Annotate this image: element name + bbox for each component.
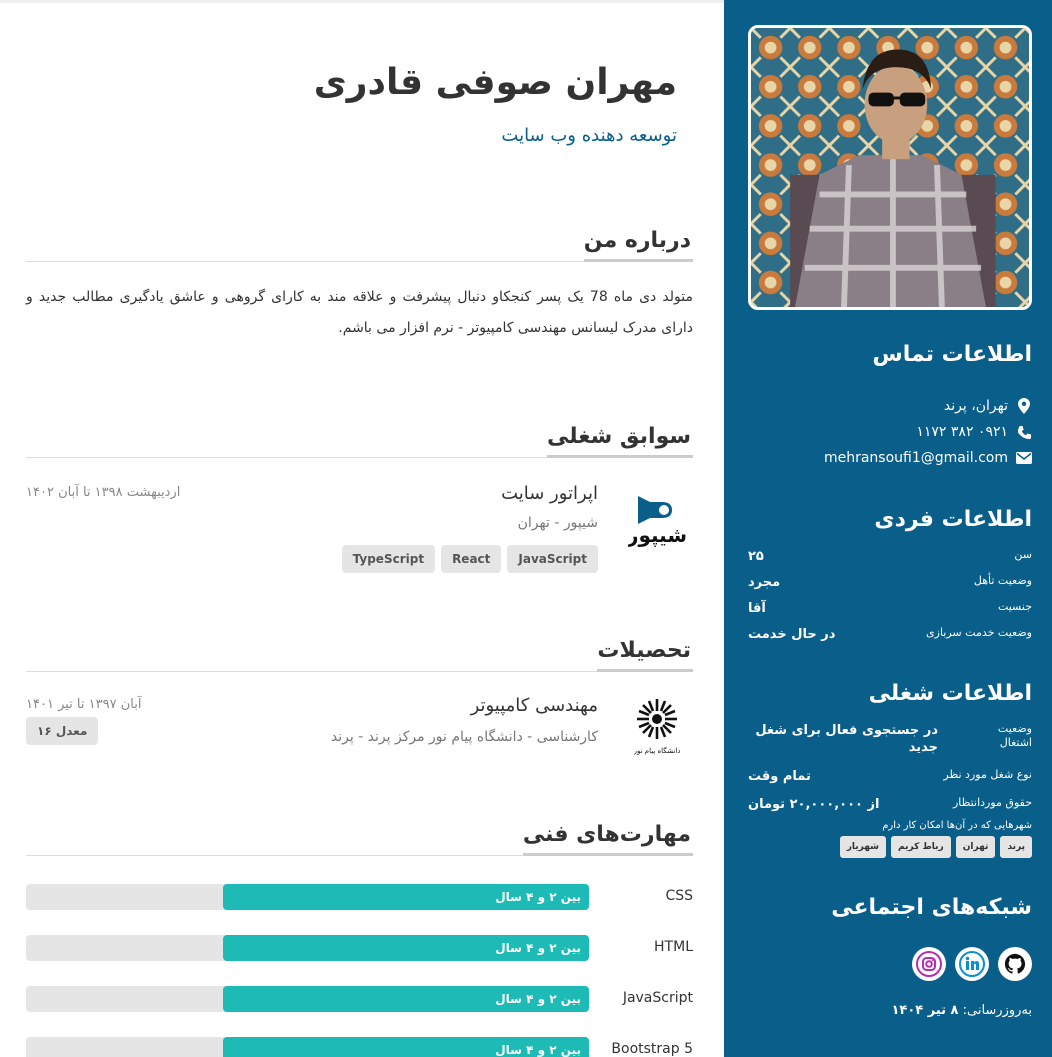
city-chip: شهریار [839, 836, 887, 858]
map-marker-icon [1016, 398, 1032, 414]
contact-heading: اطلاعات تماس [872, 342, 1032, 367]
contact-phone[interactable]: ۰۹۲۱ ۳۸۲ ۱۱۷۲ [916, 424, 1032, 440]
education-title: مهندسی کامپیوتر [470, 695, 598, 716]
job-heading: اطلاعات شغلی [868, 681, 1032, 706]
experience-title: اپراتور سایت [501, 483, 598, 504]
skill-bar-track: بین ۲ و ۴ سال [26, 986, 589, 1012]
about-text: متولد دی ماه 78 یک پسر کنجکاو دنبال پیشر… [26, 289, 693, 336]
skill-bar-fill: بین ۲ و ۴ سال [223, 884, 589, 910]
city-chip: تهران [955, 836, 996, 858]
tag-typescript: TypeScript [341, 545, 436, 573]
city-chip: رباط کریم [891, 836, 951, 858]
skill-bar-track: بین ۲ و ۴ سال [26, 1037, 589, 1057]
profile-name: مهران صوفی قادری [313, 62, 677, 103]
city-chip: پرند [1000, 836, 1032, 858]
experience-date: اردیبهشت ۱۳۹۸ تا آبان ۱۴۰۲ [26, 485, 181, 500]
profile-photo [748, 25, 1032, 310]
skill-bar-track: بین ۲ و ۴ سال [26, 935, 589, 961]
cities-list: پرند تهران رباط کریم شهریار [839, 836, 1032, 858]
education-date: آبان ۱۳۹۷ تا تیر ۱۴۰۱ [26, 697, 142, 712]
main-content: مهران صوفی قادری توسعه دهنده وب سایت درب… [0, 0, 724, 1057]
last-updated: به‌روزرسانی: ۸ تیر ۱۴۰۴ [891, 1003, 1032, 1018]
experience-heading: سوابق شغلی [26, 424, 693, 458]
experience-tags: JavaScript React TypeScript [341, 545, 598, 573]
personal-row-age: سن ۲۵ [748, 548, 1032, 564]
social-links [912, 947, 1032, 981]
sidebar: اطلاعات تماس تهران، پرند ۰۹۲۱ ۳۸۲ ۱۱۷۲ m… [724, 0, 1052, 1057]
envelope-icon [1016, 450, 1032, 466]
skill-row-html: HTML بین ۲ و ۴ سال [26, 935, 693, 961]
education-detail: کارشناسی - دانشگاه پیام نور مرکز پرند - … [330, 729, 598, 745]
skill-name: HTML [654, 939, 693, 955]
linkedin-icon[interactable] [955, 947, 989, 981]
social-heading: شبکه‌های اجتماعی [831, 895, 1032, 920]
skill-bar-fill: بین ۲ و ۴ سال [223, 1037, 589, 1057]
phone-icon [1016, 424, 1032, 440]
job-row-type: نوع شغل مورد نظر تمام وقت [748, 768, 1032, 784]
gpa-badge: معدل ۱۶ [26, 717, 99, 745]
profile-role: توسعه دهنده وب سایت [501, 125, 677, 146]
instagram-icon[interactable] [912, 947, 946, 981]
cities-label: شهرهایی که در آن‌ها امکان کار دارم [882, 820, 1032, 831]
skill-name: Bootstrap 5 [611, 1041, 693, 1057]
tag-react: React [441, 545, 502, 573]
skill-row-javascript: JavaScript بین ۲ و ۴ سال [26, 986, 693, 1012]
skill-row-css: CSS بین ۲ و ۴ سال [26, 884, 693, 910]
personal-row-marital: وضعیت تأهل مجرد [748, 574, 1032, 590]
skill-row-bootstrap: Bootstrap 5 بین ۲ و ۴ سال [26, 1037, 693, 1057]
tag-javascript: JavaScript [507, 545, 598, 573]
education-heading: تحصیلات [26, 638, 693, 672]
skill-bar-fill: بین ۲ و ۴ سال [223, 935, 589, 961]
personal-row-military: وضعیت خدمت سربازی در حال خدمت [748, 626, 1032, 642]
skill-name: JavaScript [622, 990, 693, 1006]
skill-bar-fill: بین ۲ و ۴ سال [223, 986, 589, 1012]
job-row-salary: حقوق موردانتظار از ۲۰,۰۰۰,۰۰۰ تومان [748, 796, 1032, 812]
contact-email[interactable]: mehransoufi1@gmail.com [824, 450, 1032, 466]
svg-text:دانشگاه پیام نور: دانشگاه پیام نور [634, 746, 680, 755]
contact-location: تهران، پرند [944, 398, 1032, 414]
personal-row-gender: جنسیت آقا [748, 600, 1032, 616]
experience-company: شیپور - تهران [517, 515, 598, 531]
svg-text:شیپور: شیپور [628, 523, 686, 548]
about-heading: درباره من [26, 228, 693, 262]
skill-name: CSS [665, 888, 693, 904]
payam-noor-logo: دانشگاه پیام نور [633, 697, 680, 759]
skill-bar-track: بین ۲ و ۴ سال [26, 884, 589, 910]
skills-heading: مهارت‌های فنی [26, 822, 693, 856]
job-row-status: وضعیت اشتغال در جستجوی فعال برای شغل جدی… [755, 722, 1032, 755]
personal-heading: اطلاعات فردی [874, 507, 1032, 532]
shipoor-logo: شیپور [626, 490, 687, 548]
github-icon[interactable] [998, 947, 1032, 981]
